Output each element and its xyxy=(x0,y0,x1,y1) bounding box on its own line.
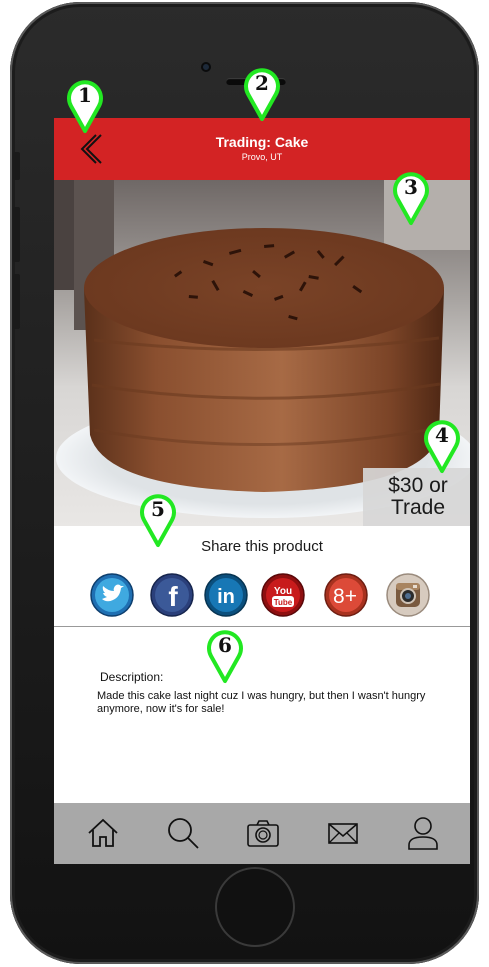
home-icon xyxy=(88,818,118,847)
description-label: Description: xyxy=(100,670,164,684)
twitter-share-button[interactable] xyxy=(90,573,134,617)
volume-up-button xyxy=(13,207,20,262)
marker-number: 5 xyxy=(151,497,165,521)
youtube-icon: You Tube xyxy=(261,573,305,617)
marker-number: 6 xyxy=(218,633,232,657)
twitter-icon xyxy=(90,573,134,617)
mail-icon xyxy=(328,823,358,844)
nav-messages-button[interactable] xyxy=(326,816,360,850)
marker-number: 3 xyxy=(404,175,418,199)
share-title: Share this product xyxy=(201,538,323,555)
volume-down-button xyxy=(13,274,20,329)
page-title: Trading: Cake xyxy=(215,134,309,150)
description-text: Made this cake last night cuz I was hung… xyxy=(97,690,426,715)
google-plus-share-button[interactable]: 8+ xyxy=(324,573,368,617)
annotation-marker-3: 3 xyxy=(389,170,433,226)
price-trade: Trade xyxy=(390,496,446,519)
mute-switch xyxy=(13,152,20,180)
nav-profile-button[interactable] xyxy=(406,816,440,850)
marker-number: 4 xyxy=(435,423,449,447)
price-amount: $30 or xyxy=(388,474,448,497)
facebook-icon: f xyxy=(150,573,194,617)
linkedin-letters: in xyxy=(217,586,235,608)
annotation-marker-4: 4 xyxy=(420,418,464,474)
bottom-nav-bar xyxy=(54,803,470,864)
camera-icon xyxy=(247,820,279,847)
marker-number: 2 xyxy=(255,71,269,95)
app-screen: Trading: Cake Provo, UT $30 or Trade Sha… xyxy=(54,118,470,864)
facebook-letter: f xyxy=(168,581,178,612)
google-plus-icon: 8+ xyxy=(324,573,368,617)
youtube-text-bottom: Tube xyxy=(274,598,293,607)
front-camera xyxy=(201,62,211,72)
instagram-share-button[interactable] xyxy=(386,573,430,617)
page-subtitle-location: Provo, UT xyxy=(241,152,283,162)
linkedin-share-button[interactable]: in xyxy=(204,573,248,617)
search-icon xyxy=(168,818,199,849)
annotation-marker-6: 6 xyxy=(203,628,247,684)
annotation-marker-5: 5 xyxy=(136,492,180,548)
annotation-marker-2: 2 xyxy=(240,66,284,122)
nav-search-button[interactable] xyxy=(166,816,200,850)
nav-camera-button[interactable] xyxy=(246,816,280,850)
section-divider xyxy=(54,626,470,627)
annotation-marker-1: 1 xyxy=(63,78,107,134)
price-tag[interactable]: $30 or Trade xyxy=(363,468,470,526)
home-button xyxy=(215,867,295,947)
linkedin-icon: in xyxy=(204,573,248,617)
google-plus-letters: 8+ xyxy=(333,585,357,608)
youtube-text-top: You xyxy=(274,586,292,597)
facebook-share-button[interactable]: f xyxy=(150,573,194,617)
instagram-icon xyxy=(386,573,430,617)
product-photo: $30 or Trade xyxy=(54,180,470,526)
marker-number: 1 xyxy=(78,83,92,107)
profile-icon xyxy=(408,817,438,850)
youtube-share-button[interactable]: You Tube xyxy=(261,573,305,617)
nav-home-button[interactable] xyxy=(86,816,120,850)
